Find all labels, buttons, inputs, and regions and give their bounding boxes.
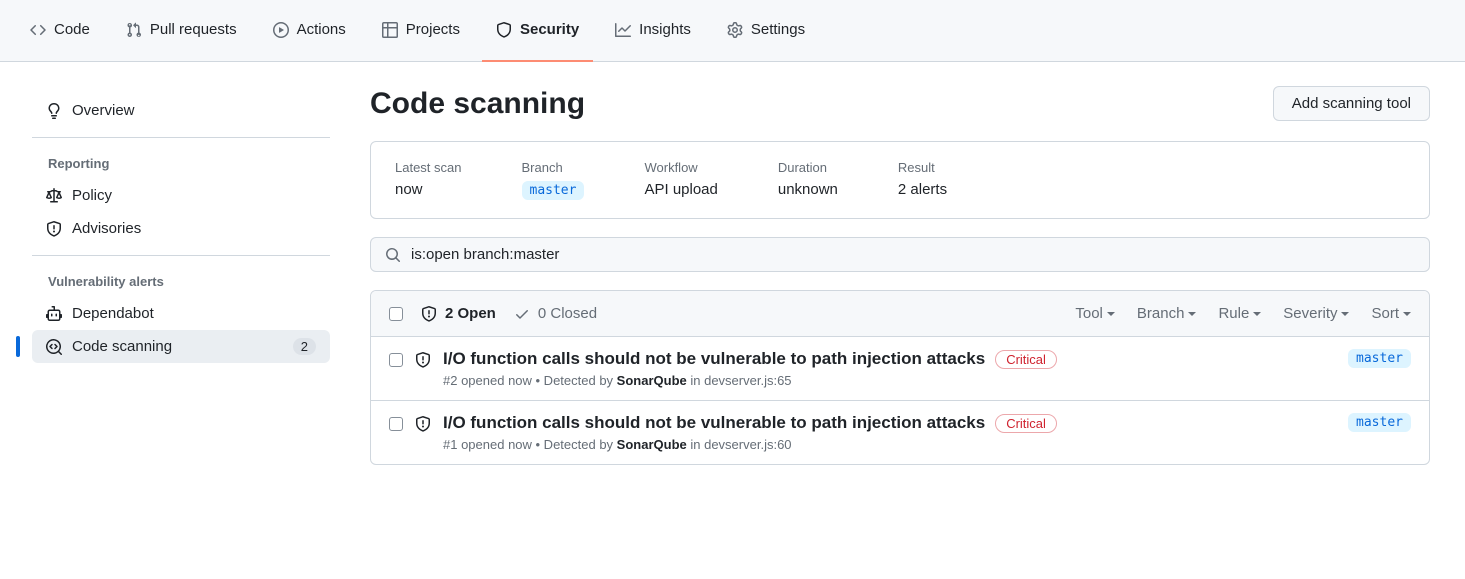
gear-icon [727,22,743,38]
add-scanning-tool-button[interactable]: Add scanning tool [1273,86,1430,121]
nav-label: Security [520,21,579,38]
caret-down-icon [1341,312,1349,316]
severity-badge: Critical [995,350,1057,369]
alert-title-link[interactable]: I/O function calls should not be vulnera… [443,413,985,433]
play-icon [273,22,289,38]
filter-branch[interactable]: Branch [1137,305,1197,322]
branch-tag[interactable]: master [1348,349,1411,368]
status-value: now [395,181,462,198]
nav-label: Code [54,21,90,38]
filter-sort[interactable]: Sort [1371,305,1411,322]
alert-row: I/O function calls should not be vulnera… [371,337,1429,401]
security-sidebar: Overview Reporting Policy Advisories Vul… [16,86,346,465]
main-content: Code scanning Add scanning tool Latest s… [370,86,1430,465]
alert-meta: #2 opened now • Detected by SonarQube in… [443,373,1336,388]
filter-tool[interactable]: Tool [1075,305,1115,322]
tab-projects[interactable]: Projects [368,0,474,62]
dependabot-icon [46,306,62,322]
shield-alert-icon [415,416,431,432]
nav-label: Settings [751,21,805,38]
nav-label: Pull requests [150,21,237,38]
sidebar-item-policy[interactable]: Policy [32,179,330,212]
alert-row: I/O function calls should not be vulnera… [371,401,1429,464]
filter-closed-tab[interactable]: 0 Closed [514,305,597,322]
alert-checkbox[interactable] [389,417,403,431]
status-label: Latest scan [395,160,462,175]
nav-label: Actions [297,21,346,38]
code-icon [30,22,46,38]
sidebar-item-label: Dependabot [72,305,154,322]
tab-settings[interactable]: Settings [713,0,819,62]
search-bar[interactable] [370,237,1430,272]
shield-alert-icon [421,306,437,322]
codescan-icon [46,339,62,355]
status-label: Workflow [644,160,717,175]
filter-severity[interactable]: Severity [1283,305,1349,322]
status-value: 2 alerts [898,181,947,198]
tab-code[interactable]: Code [16,0,104,62]
repo-nav: Code Pull requests Actions Projects Secu… [0,0,1465,62]
sidebar-item-advisories[interactable]: Advisories [32,212,330,245]
sidebar-item-label: Policy [72,187,112,204]
shield-alert-icon [46,221,62,237]
severity-badge: Critical [995,414,1057,433]
table-icon [382,22,398,38]
tab-pull-requests[interactable]: Pull requests [112,0,251,62]
nav-label: Insights [639,21,691,38]
filter-open-tab[interactable]: 2 Open [421,305,496,322]
closed-count-label: 0 Closed [538,305,597,322]
tab-actions[interactable]: Actions [259,0,360,62]
filter-rule[interactable]: Rule [1218,305,1261,322]
sidebar-count-badge: 2 [293,338,316,355]
status-label: Duration [778,160,838,175]
status-value: unknown [778,181,838,198]
check-icon [514,306,530,322]
graph-icon [615,22,631,38]
caret-down-icon [1403,312,1411,316]
shield-icon [496,22,512,38]
alerts-list: 2 Open 0 Closed Tool Branch Rule Severit… [370,290,1430,465]
search-input[interactable] [411,246,1415,263]
sidebar-item-label: Advisories [72,220,141,237]
open-count-label: 2 Open [445,305,496,322]
sidebar-item-label: Overview [72,102,135,119]
status-label: Branch [522,160,585,175]
sidebar-item-overview[interactable]: Overview [32,94,330,127]
tab-security[interactable]: Security [482,0,593,62]
law-icon [46,188,62,204]
search-icon [385,247,401,263]
nav-label: Projects [406,21,460,38]
branch-pill[interactable]: master [522,181,585,200]
caret-down-icon [1107,312,1115,316]
alert-checkbox[interactable] [389,353,403,367]
alerts-header: 2 Open 0 Closed Tool Branch Rule Severit… [371,291,1429,337]
alert-meta: #1 opened now • Detected by SonarQube in… [443,437,1336,452]
status-label: Result [898,160,947,175]
page-title: Code scanning [370,87,585,121]
sidebar-group-vuln: Vulnerability alerts [32,266,330,297]
shield-alert-icon [415,352,431,368]
branch-tag[interactable]: master [1348,413,1411,432]
sidebar-item-dependabot[interactable]: Dependabot [32,297,330,330]
divider [32,137,330,138]
git-pull-request-icon [126,22,142,38]
sidebar-item-code-scanning[interactable]: Code scanning 2 [32,330,330,363]
sidebar-item-label: Code scanning [72,338,172,355]
select-all-checkbox[interactable] [389,307,403,321]
caret-down-icon [1253,312,1261,316]
alert-title-link[interactable]: I/O function calls should not be vulnera… [443,349,985,369]
meter-icon [46,103,62,119]
tab-insights[interactable]: Insights [601,0,705,62]
status-value: API upload [644,181,717,198]
scan-status-card: Latest scan now Branch master Workflow A… [370,141,1430,219]
caret-down-icon [1188,312,1196,316]
sidebar-group-reporting: Reporting [32,148,330,179]
divider [32,255,330,256]
